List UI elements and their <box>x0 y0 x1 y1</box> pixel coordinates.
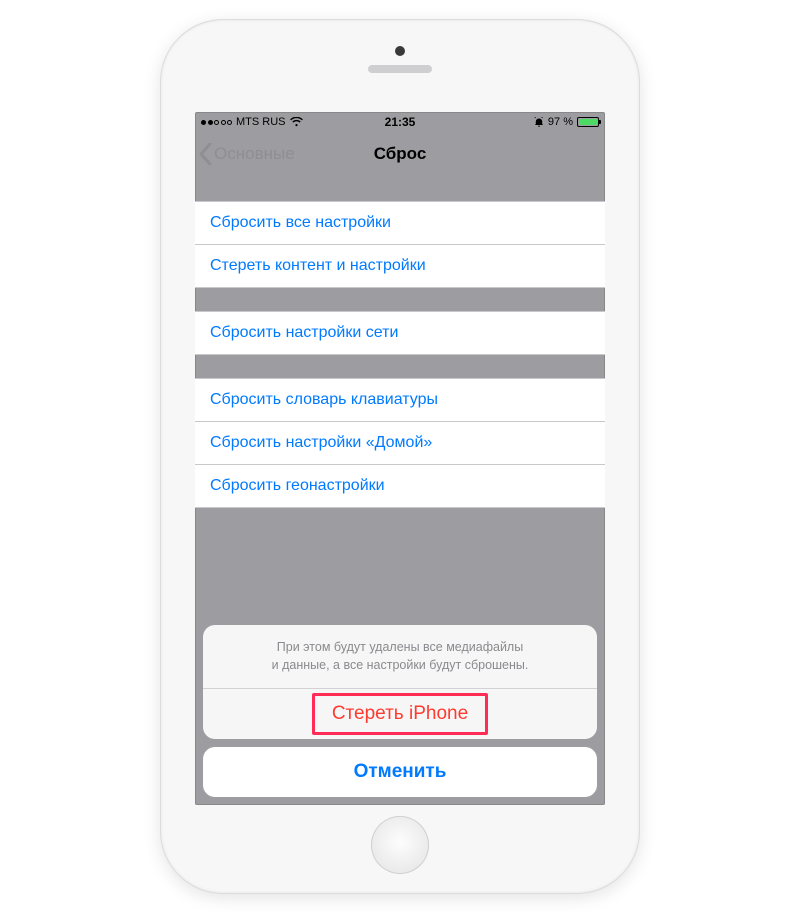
row-label: Сбросить все настройки <box>210 214 391 231</box>
nav-bar: Основные Сброс <box>195 132 605 176</box>
erase-iphone-label: Стереть iPhone <box>332 703 468 724</box>
battery-icon <box>577 117 599 127</box>
back-label: Основные <box>214 144 295 164</box>
phone-frame: MTS RUS 21:35 97 % Основные <box>161 20 639 893</box>
erase-iphone-button[interactable]: Стереть iPhone <box>203 689 597 739</box>
back-button[interactable]: Основные <box>199 132 295 176</box>
screen: MTS RUS 21:35 97 % Основные <box>195 112 605 805</box>
home-button[interactable] <box>371 816 429 874</box>
page-title: Сброс <box>374 144 427 164</box>
earpiece-speaker <box>368 65 432 73</box>
action-sheet: При этом будут удалены все медиафайлы и … <box>203 625 597 797</box>
clock-label: 21:35 <box>385 115 416 129</box>
row-label: Сбросить настройки «Домой» <box>210 434 432 451</box>
reset-all-settings-row[interactable]: Сбросить все настройки <box>195 201 605 245</box>
settings-list: Сбросить все настройки Стереть контент и… <box>195 201 605 508</box>
cancel-label: Отменить <box>354 761 447 782</box>
row-label: Стереть контент и настройки <box>210 257 426 274</box>
cancel-button[interactable]: Отменить <box>203 747 597 797</box>
carrier-label: MTS RUS <box>236 116 286 128</box>
reset-location-row[interactable]: Сбросить геонастройки <box>195 464 605 508</box>
battery-pct-label: 97 % <box>548 116 573 128</box>
signal-strength-icon <box>201 120 232 125</box>
alarm-icon <box>534 117 544 127</box>
reset-keyboard-dict-row[interactable]: Сбросить словарь клавиатуры <box>195 378 605 422</box>
front-camera <box>395 46 405 56</box>
action-sheet-message: При этом будут удалены все медиафайлы и … <box>203 625 597 689</box>
reset-home-layout-row[interactable]: Сбросить настройки «Домой» <box>195 421 605 465</box>
row-label: Сбросить настройки сети <box>210 324 398 341</box>
status-bar: MTS RUS 21:35 97 % <box>195 112 605 132</box>
action-sheet-card: При этом будут удалены все медиафайлы и … <box>203 625 597 739</box>
chevron-left-icon <box>199 143 212 165</box>
row-label: Сбросить словарь клавиатуры <box>210 391 438 408</box>
reset-network-row[interactable]: Сбросить настройки сети <box>195 311 605 355</box>
row-label: Сбросить геонастройки <box>210 477 385 494</box>
wifi-icon <box>290 117 303 127</box>
erase-content-settings-row[interactable]: Стереть контент и настройки <box>195 244 605 288</box>
